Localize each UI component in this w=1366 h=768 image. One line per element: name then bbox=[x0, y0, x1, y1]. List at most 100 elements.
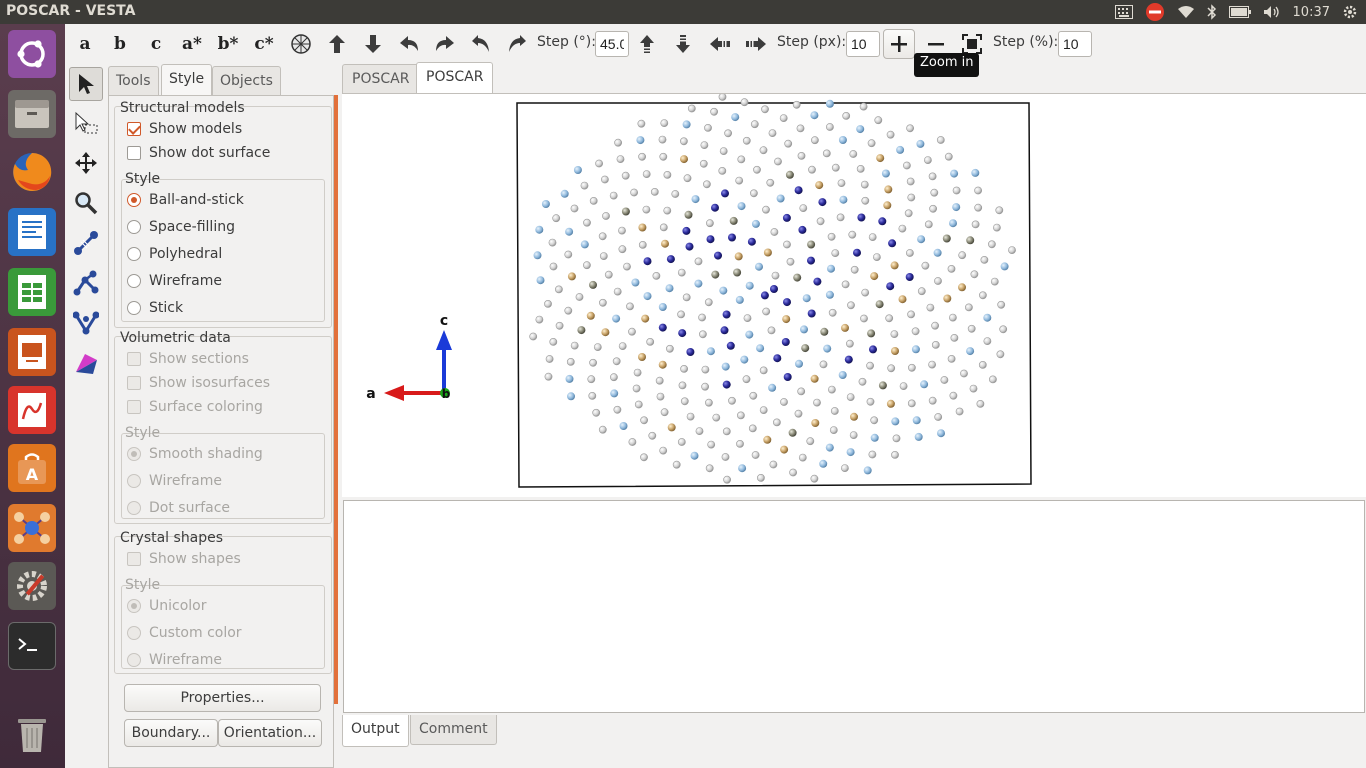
atom-tan[interactable] bbox=[815, 181, 824, 190]
atom-grey[interactable] bbox=[740, 98, 749, 107]
atom-grey[interactable] bbox=[789, 468, 797, 477]
atom-grey[interactable] bbox=[936, 136, 945, 144]
rotate-up-icon[interactable] bbox=[323, 30, 351, 58]
bluetooth-icon[interactable] bbox=[1207, 0, 1217, 24]
atom-grey[interactable] bbox=[555, 321, 564, 330]
atom-grey[interactable] bbox=[899, 382, 908, 390]
atom-tan[interactable] bbox=[841, 323, 849, 332]
atom-navy[interactable] bbox=[878, 217, 887, 226]
atom-grey[interactable] bbox=[831, 163, 840, 172]
atom-blue[interactable] bbox=[856, 125, 865, 134]
atom-navy[interactable] bbox=[711, 203, 719, 212]
atom-grey[interactable] bbox=[580, 181, 589, 190]
atom-grey[interactable] bbox=[658, 135, 667, 144]
atom-grey[interactable] bbox=[887, 364, 896, 373]
atom-olive[interactable] bbox=[684, 210, 693, 219]
atom-blue[interactable] bbox=[682, 120, 691, 129]
radio-volumetric-wireframe[interactable]: Wireframe bbox=[127, 471, 222, 491]
output-text-area[interactable] bbox=[343, 500, 1365, 713]
view-along-astar-button[interactable]: a* bbox=[179, 30, 205, 58]
atom-grey[interactable] bbox=[856, 165, 865, 173]
atom-navy[interactable] bbox=[714, 251, 722, 260]
atom-grey[interactable] bbox=[928, 360, 936, 369]
atom-grey[interactable] bbox=[678, 381, 687, 390]
atom-grey[interactable] bbox=[751, 451, 760, 459]
atom-blue[interactable] bbox=[665, 284, 674, 293]
atom-grey[interactable] bbox=[712, 413, 721, 422]
atom-grey[interactable] bbox=[917, 287, 926, 296]
zoom-in-button[interactable] bbox=[883, 29, 915, 59]
atom-grey[interactable] bbox=[769, 460, 778, 469]
atom-grey[interactable] bbox=[827, 232, 836, 241]
atom-navy[interactable] bbox=[783, 298, 791, 307]
atom-grey[interactable] bbox=[995, 206, 1004, 215]
atom-blue[interactable] bbox=[966, 347, 975, 356]
atom-blue[interactable] bbox=[983, 313, 992, 322]
atom-grey[interactable] bbox=[759, 366, 768, 375]
atom-grey[interactable] bbox=[762, 205, 770, 214]
atom-navy[interactable] bbox=[678, 329, 687, 338]
atom-tan[interactable] bbox=[958, 283, 966, 292]
atom-grey[interactable] bbox=[598, 425, 607, 434]
atom-grey[interactable] bbox=[866, 397, 875, 406]
atom-navy[interactable] bbox=[722, 310, 731, 319]
rotate-right-icon[interactable] bbox=[431, 30, 459, 58]
atom-tan[interactable] bbox=[891, 347, 899, 355]
atom-grey[interactable] bbox=[705, 219, 714, 228]
atom-tan[interactable] bbox=[567, 272, 576, 281]
atom-grey[interactable] bbox=[701, 365, 710, 374]
atom-blue[interactable] bbox=[694, 279, 703, 288]
atom-grey[interactable] bbox=[845, 339, 854, 348]
atom-grey[interactable] bbox=[970, 270, 979, 279]
atom-grey[interactable] bbox=[810, 136, 819, 145]
atom-grey[interactable] bbox=[742, 136, 751, 145]
atom-grey[interactable] bbox=[613, 405, 622, 414]
atom-olive[interactable] bbox=[729, 216, 738, 225]
atom-grey[interactable] bbox=[549, 337, 558, 346]
atom-grey[interactable] bbox=[797, 387, 806, 396]
atom-grey[interactable] bbox=[589, 197, 598, 205]
radio-custom-color[interactable]: Custom color bbox=[127, 623, 242, 643]
atom-blue[interactable] bbox=[535, 225, 544, 234]
radio-unicolor[interactable]: Unicolor bbox=[127, 596, 206, 616]
volume-icon[interactable] bbox=[1263, 0, 1281, 24]
atom-grey[interactable] bbox=[705, 464, 714, 473]
atom-grey[interactable] bbox=[928, 172, 937, 181]
atom-tan[interactable] bbox=[811, 419, 820, 427]
atom-navy[interactable] bbox=[857, 213, 866, 222]
atom-grey[interactable] bbox=[859, 102, 868, 111]
atom-grey[interactable] bbox=[545, 355, 554, 363]
atom-grey[interactable] bbox=[756, 473, 765, 482]
atom-grey[interactable] bbox=[996, 350, 1005, 359]
atom-olive[interactable] bbox=[801, 344, 810, 353]
atom-blue[interactable] bbox=[971, 168, 980, 177]
atom-grey[interactable] bbox=[587, 375, 596, 384]
atom-blue[interactable] bbox=[580, 240, 589, 249]
atom-blue[interactable] bbox=[952, 203, 961, 212]
view-along-c-button[interactable]: c bbox=[146, 30, 166, 58]
atom-grey[interactable] bbox=[628, 438, 637, 446]
radio-crystal-wireframe[interactable]: Wireframe bbox=[127, 650, 222, 670]
atom-grey[interactable] bbox=[874, 116, 883, 125]
atom-navy[interactable] bbox=[721, 189, 729, 198]
atom-grey[interactable] bbox=[983, 337, 992, 345]
atom-blue[interactable] bbox=[768, 383, 777, 392]
atom-grey[interactable] bbox=[623, 262, 631, 271]
atom-grey[interactable] bbox=[974, 203, 983, 212]
atom-grey[interactable] bbox=[958, 251, 967, 260]
atom-grey[interactable] bbox=[592, 408, 601, 417]
atom-blue[interactable] bbox=[914, 432, 923, 441]
structure-canvas[interactable]: c a b bbox=[342, 94, 1366, 498]
show-models-checkbox[interactable]: Show models bbox=[127, 119, 242, 139]
atom-grey[interactable] bbox=[618, 226, 626, 235]
atom-grey[interactable] bbox=[828, 308, 837, 317]
atom-grey[interactable] bbox=[630, 188, 638, 197]
atom-grey[interactable] bbox=[837, 179, 846, 187]
atom-grey[interactable] bbox=[796, 124, 805, 133]
atom-tan[interactable] bbox=[870, 272, 879, 281]
atom-grey[interactable] bbox=[638, 152, 646, 161]
atom-grey[interactable] bbox=[743, 314, 752, 322]
trash-icon[interactable] bbox=[8, 710, 56, 758]
atom-grey[interactable] bbox=[999, 325, 1008, 334]
atom-tan[interactable] bbox=[734, 252, 743, 261]
